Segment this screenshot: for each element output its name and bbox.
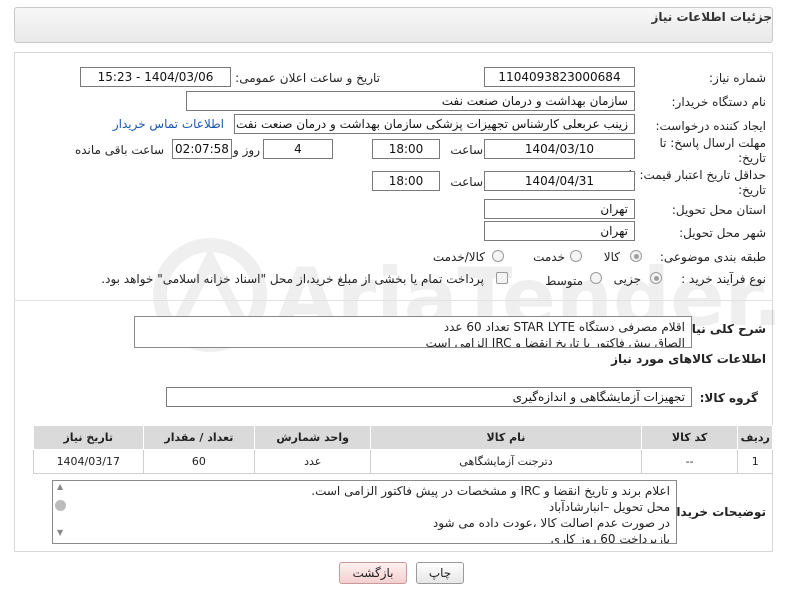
announce-datetime-label: تاریخ و ساعت اعلان عمومی: [235, 71, 380, 85]
requester-label: ایجاد کننده درخواست: [655, 119, 766, 133]
column-header: کد کالا [640, 425, 739, 450]
days-label: روز و [233, 143, 260, 157]
buyer-notes-textarea[interactable]: اعلام برند و تاریخ انقضا و IRC و مشخصات … [52, 480, 677, 544]
goods-group-label: گروه کالا: [699, 391, 758, 405]
goods-section-title: اطلاعات کالاهای مورد نیاز [611, 352, 766, 366]
column-header: تعداد / مقدار [142, 425, 256, 450]
scroll-up-icon[interactable]: ▲ [57, 482, 63, 491]
column-header: ردیف [737, 425, 773, 450]
notes-scrollbar[interactable]: ▲ ▼ [55, 482, 67, 540]
divider [14, 300, 773, 301]
description-label: شرح کلی نیاز: [680, 322, 766, 336]
category-service-radio[interactable] [570, 250, 582, 262]
need-number-field: 1104093823000684 [484, 67, 635, 87]
back-button[interactable]: بازگشت [339, 562, 407, 584]
column-header: واحد شمارش [254, 425, 372, 450]
reply-time-label: ساعت [450, 143, 483, 157]
table-header-row: ردیف کد کالا نام کالا واحد شمارش تعداد /… [33, 425, 773, 450]
process-minor-label: جزیی [613, 272, 641, 286]
category-both-radio[interactable] [492, 250, 504, 262]
table-cell: 1404/03/17 [33, 449, 144, 474]
category-goods-label: کالا [603, 250, 620, 264]
category-both-label: کالا/خدمت [432, 250, 485, 264]
category-service-label: خدمت [533, 250, 565, 264]
process-medium-radio[interactable] [590, 272, 602, 284]
need-number-label: شماره نیاز: [709, 71, 766, 85]
description-textarea[interactable]: اقلام مصرفی دستگاه STAR LYTE تعداد 60 عد… [134, 316, 692, 348]
category-label: طبقه بندی موضوعی: [659, 250, 766, 264]
reply-date-field: 1404/03/10 [484, 139, 635, 159]
province-field: تهران [484, 199, 635, 219]
column-header: تاریخ نیاز [33, 425, 144, 450]
process-label: نوع فرآیند خرید : [681, 272, 766, 286]
treasury-payment-checkbox[interactable] [496, 272, 508, 284]
days-field: 4 [263, 139, 333, 159]
page-title: جزئیات اطلاعات نیاز [651, 10, 772, 24]
goods-group-field: تجهیزات آزمایشگاهی و اندازه‌گیری [166, 387, 692, 407]
table-cell: -- [640, 449, 739, 474]
treasury-payment-note: پرداخت تمام یا بخشی از مبلغ خرید،از محل … [101, 272, 484, 286]
buyer-org-field: سازمان بهداشت و درمان صنعت نفت [186, 91, 635, 111]
column-header: نام کالا [370, 425, 642, 450]
price-time-field: 18:00 [372, 171, 440, 191]
goods-table: ردیف کد کالا نام کالا واحد شمارش تعداد /… [33, 425, 773, 474]
announce-datetime-field: 1404/03/06 - 15:23 [80, 67, 231, 87]
process-minor-radio[interactable] [650, 272, 662, 284]
scroll-thumb[interactable] [55, 500, 66, 511]
table-row[interactable]: 1 -- دترجنت آزمایشگاهی عدد 60 1404/03/17 [33, 449, 773, 474]
requester-field: زینب عربعلی کارشناس تجهیزات پزشکی سازمان… [234, 114, 635, 134]
scroll-down-icon[interactable]: ▼ [57, 528, 63, 537]
print-button[interactable]: چاپ [416, 562, 464, 584]
table-cell: عدد [254, 449, 372, 474]
city-label: شهر محل تحویل: [679, 226, 766, 240]
category-goods-radio[interactable] [630, 250, 642, 262]
price-time-label: ساعت [450, 175, 483, 189]
city-field: تهران [484, 221, 635, 241]
reply-time-field: 18:00 [372, 139, 440, 159]
buyer-notes-label: توضیحات خریدار: [664, 505, 766, 519]
process-medium-label: متوسط [545, 274, 583, 288]
buyer-org-label: نام دستگاه خریدار: [671, 95, 767, 109]
remaining-time-label: ساعت باقی مانده [74, 143, 164, 157]
table-cell: دترجنت آزمایشگاهی [370, 449, 642, 474]
province-label: استان محل تحویل: [671, 203, 766, 217]
table-cell: 1 [737, 449, 773, 474]
table-cell: 60 [142, 449, 256, 474]
price-date-field: 1404/04/31 [484, 171, 635, 191]
price-deadline-label: حداقل تاریخ اعتبار قیمت: تا تاریخ: [628, 168, 766, 197]
remaining-time-field: 02:07:58 [172, 139, 232, 159]
buyer-contact-link[interactable]: اطلاعات تماس خریدار [113, 117, 224, 131]
reply-deadline-label: مهلت ارسال پاسخ: تا تاریخ: [659, 136, 766, 165]
